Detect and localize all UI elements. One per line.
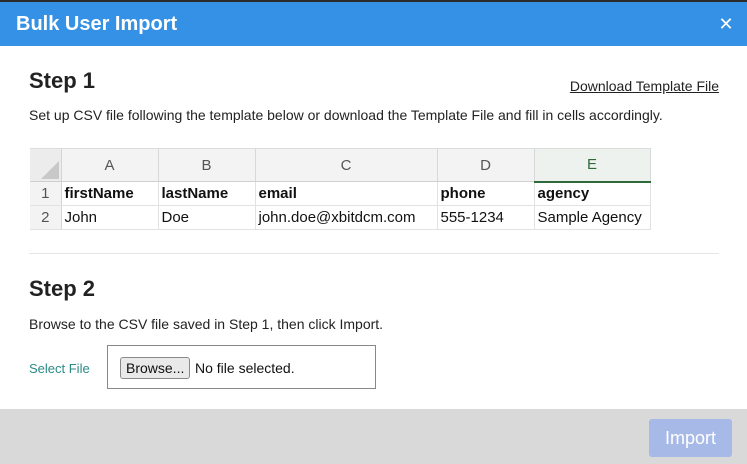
header-cell-lastname: lastName	[158, 181, 256, 206]
select-all-corner	[30, 148, 62, 182]
file-input[interactable]: Browse... No file selected.	[107, 345, 376, 389]
file-status-text: No file selected.	[195, 360, 295, 376]
cell-agency: Sample Agency	[534, 205, 651, 230]
step2-title: Step 2	[29, 276, 96, 301]
close-icon[interactable]: ✕	[717, 15, 735, 33]
browse-button[interactable]: Browse...	[120, 357, 191, 379]
cell-email: john.doe@xbitdcm.com	[255, 205, 438, 230]
column-header-b: B	[158, 148, 256, 182]
download-template-link[interactable]: Download Template File	[570, 78, 719, 94]
column-header-c: C	[255, 148, 438, 182]
table-row: 1 firstName lastName email phone agency	[30, 181, 651, 206]
select-file-label: Select File	[29, 361, 90, 376]
header-cell-agency: agency	[534, 181, 651, 206]
step1-title: Step 1	[29, 68, 96, 93]
header-cell-phone: phone	[437, 181, 535, 206]
row-number: 2	[30, 205, 62, 230]
step1-description: Set up CSV file following the template b…	[29, 107, 663, 123]
header-cell-firstname: firstName	[61, 181, 159, 206]
table-row: 2 John Doe john.doe@xbitdcm.com 555-1234…	[30, 205, 651, 230]
dialog-header: Bulk User Import ✕	[0, 0, 747, 46]
cell-phone: 555-1234	[437, 205, 535, 230]
template-spreadsheet: A B C D E 1 firstName lastName email pho…	[30, 148, 651, 230]
cell-firstname: John	[61, 205, 159, 230]
column-header-a: A	[61, 148, 159, 182]
cell-lastname: Doe	[158, 205, 256, 230]
header-cell-email: email	[255, 181, 438, 206]
dialog-title: Bulk User Import	[16, 13, 178, 35]
dialog-footer: Import	[0, 409, 747, 464]
step2-description: Browse to the CSV file saved in Step 1, …	[29, 316, 384, 332]
row-number: 1	[30, 181, 62, 206]
column-header-row: A B C D E	[30, 148, 651, 183]
column-header-e: E	[534, 148, 651, 183]
section-divider	[29, 253, 719, 254]
column-header-d: D	[437, 148, 535, 182]
import-button[interactable]: Import	[649, 419, 732, 457]
